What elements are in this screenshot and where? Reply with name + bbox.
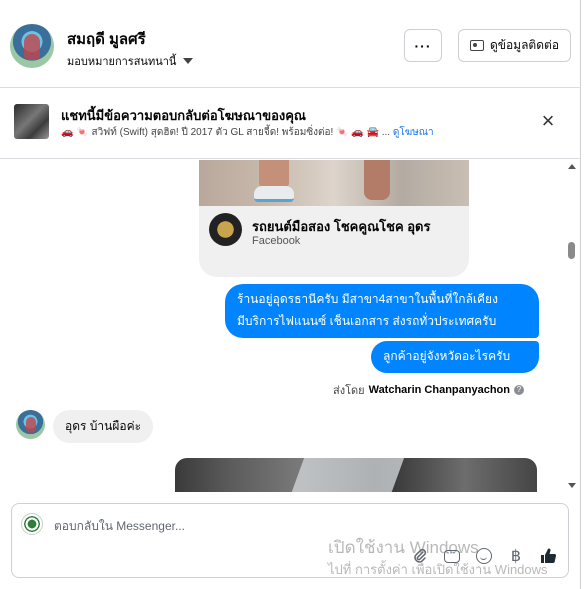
conversation-panel: สมฤดี มูลศรี มอบหมายการสนทนานี้ ··· ดูข้… xyxy=(0,0,581,589)
caret-down-icon xyxy=(183,58,194,64)
info-icon[interactable]: ? xyxy=(513,385,524,395)
paperclip-icon[interactable] xyxy=(410,546,430,566)
chat-bubble-icon[interactable] xyxy=(442,545,462,566)
assign-label: มอบหมายการสนทนานี้ xyxy=(67,56,177,68)
ad-thumbnail[interactable] xyxy=(14,104,49,139)
view-ad-link[interactable]: ดูโฆษณา xyxy=(393,127,434,138)
composer-toolbar: ฿ xyxy=(410,545,558,566)
message-line: ร้านอยู่อุดรธานีครับ มีสาขา4สาขาในพื้นที… xyxy=(237,292,498,306)
link-card-source: Facebook xyxy=(252,235,301,247)
scroll-down-icon[interactable] xyxy=(568,483,576,488)
avatar[interactable] xyxy=(16,410,45,439)
outgoing-message[interactable]: ร้านอยู่อุดรธานีครับ มีสาขา4สาขาในพื้นที… xyxy=(225,284,539,338)
outgoing-message[interactable]: ลูกค้าอยู่จังหวัดอะไรครับ xyxy=(371,341,539,373)
incoming-message[interactable]: อุดร บ้านผือค่ะ xyxy=(53,410,154,443)
message-composer: เปิดใช้งาน Windows ไปที่ การตั้งค่า เพื่… xyxy=(11,503,569,578)
message-thread[interactable]: รถยนต์มือสอง โชคคูณโชค อุดร Facebook ร้า… xyxy=(0,160,563,492)
view-contact-button[interactable]: ดูข้อมูลติดต่อ xyxy=(458,29,571,62)
page-avatar xyxy=(21,513,43,535)
image-message[interactable] xyxy=(175,458,537,492)
scrollbar-thumb[interactable] xyxy=(568,242,575,259)
scrollbar[interactable] xyxy=(565,160,579,494)
close-icon[interactable]: × xyxy=(539,110,557,132)
sent-by-prefix: ส่งโดย xyxy=(333,385,365,397)
emoji-icon[interactable] xyxy=(474,546,494,566)
ad-banner-title: แชทนี้มีข้อความตอบกลับต่อโฆษณาของคุณ xyxy=(61,108,306,123)
message-line: มีบริการไฟแนนซ์ เช็นเอกสาร ส่งรถทั่วประเ… xyxy=(237,314,497,328)
assign-conversation-dropdown[interactable]: มอบหมายการสนทนานี้ xyxy=(67,52,194,70)
contact-name[interactable]: สมฤดี มูลศรี xyxy=(67,27,146,51)
link-card-title: รถยนต์มือสอง โชคคูณโชค อุดร xyxy=(252,219,431,234)
thumbs-up-icon[interactable] xyxy=(538,546,558,566)
ad-description: 🚗 🍬 สวิฟท์ (Swift) สุดฮิต! ปี 2017 ตัว G… xyxy=(61,127,391,138)
avatar[interactable] xyxy=(10,24,54,68)
sender-name: Watcharin Chanpanyachon xyxy=(368,384,510,396)
link-preview-image xyxy=(199,160,469,206)
conversation-header: สมฤดี มูลศรี มอบหมายการสนทนานี้ ··· ดูข้… xyxy=(0,0,581,88)
view-contact-label: ดูข้อมูลติดต่อ xyxy=(489,38,560,52)
reply-input[interactable] xyxy=(54,517,504,535)
ad-reply-banner: แชทนี้มีข้อความตอบกลับต่อโฆษณาของคุณ 🚗 🍬… xyxy=(0,88,581,159)
sent-by-label: ส่งโดย Watcharin Chanpanyachon ? xyxy=(333,381,524,399)
scroll-up-icon[interactable] xyxy=(568,164,576,169)
ad-banner-subtitle: 🚗 🍬 สวิฟท์ (Swift) สุดฮิต! ปี 2017 ตัว G… xyxy=(61,125,434,140)
baht-icon[interactable]: ฿ xyxy=(506,546,526,566)
more-options-button[interactable]: ··· xyxy=(404,29,442,62)
message-line: ลูกค้าอยู่จังหวัดอะไรครับ xyxy=(383,349,511,363)
page-logo xyxy=(209,213,242,246)
contact-card-icon xyxy=(469,40,484,51)
shared-link-card[interactable]: รถยนต์มือสอง โชคคูณโชค อุดร Facebook xyxy=(199,160,469,277)
